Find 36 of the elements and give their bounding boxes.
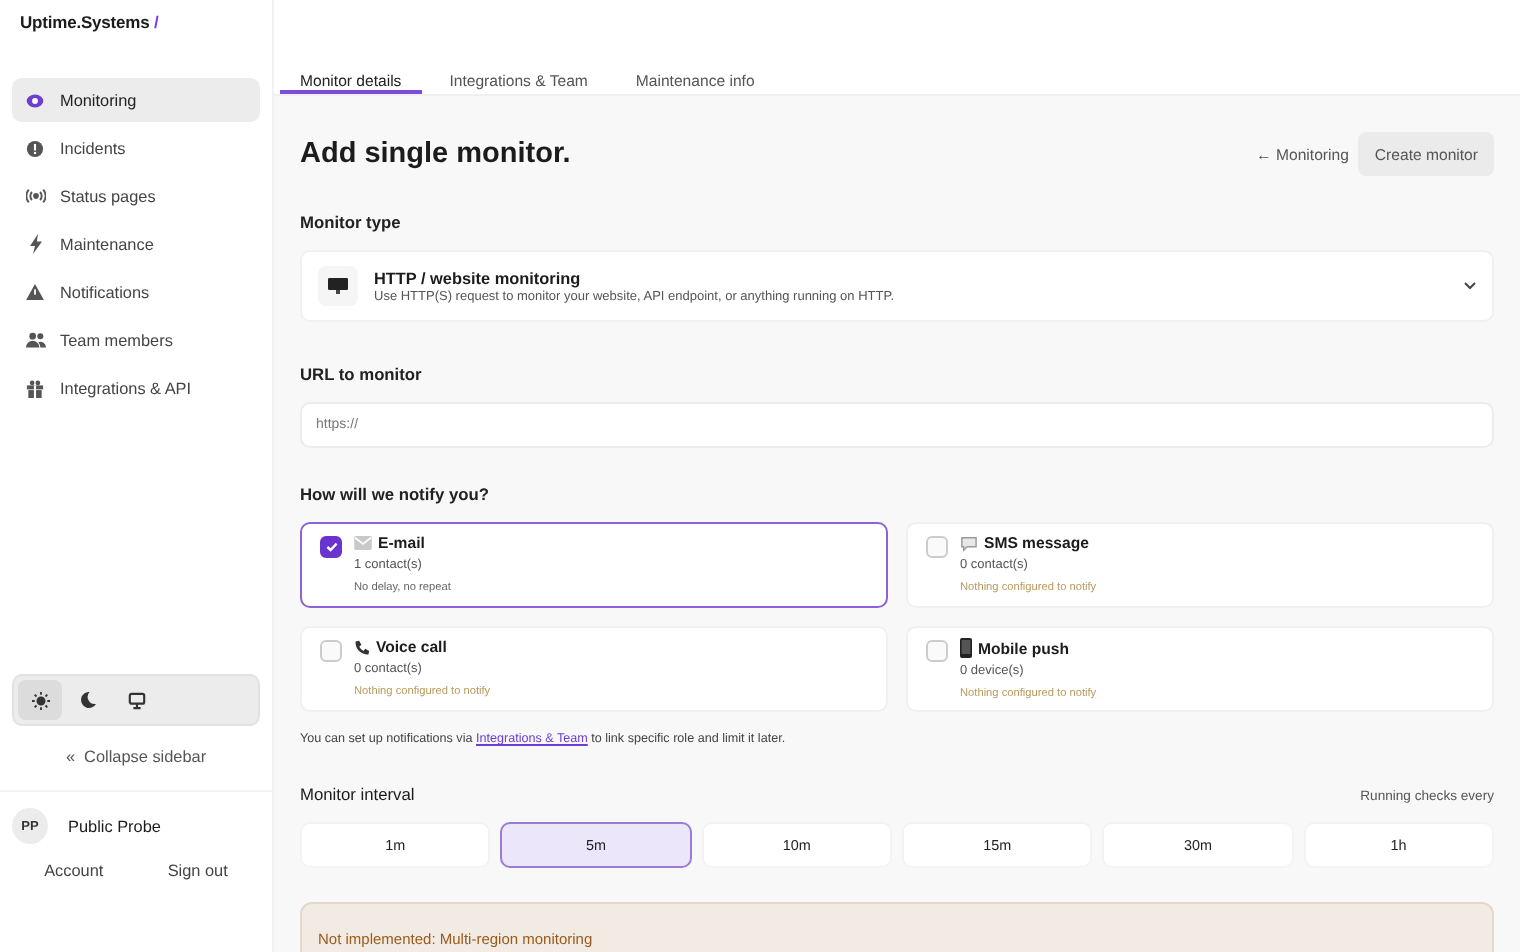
checkbox[interactable] xyxy=(320,536,342,558)
mobile-phone-icon xyxy=(960,638,972,658)
warning-icon xyxy=(26,284,44,300)
sidebar-item[interactable]: Integrations & API xyxy=(12,366,260,410)
phone-icon xyxy=(354,639,370,655)
moon-icon xyxy=(80,692,96,708)
sign-out-link[interactable]: Sign out xyxy=(167,862,228,880)
checkmark-icon xyxy=(325,542,337,552)
users-icon xyxy=(25,332,45,348)
envelope-icon xyxy=(354,536,372,550)
page-title: Add single monitor. xyxy=(300,138,573,170)
sidebar-item[interactable]: Notifications xyxy=(12,270,260,314)
monitor-icon xyxy=(328,278,348,294)
broadcast-icon xyxy=(25,188,45,204)
bolt-icon xyxy=(27,234,43,254)
user-name: Public Probe xyxy=(68,817,161,835)
brand-logo[interactable]: Uptime.Systems / xyxy=(20,12,159,32)
alert-icon xyxy=(26,139,44,157)
gift-icon xyxy=(26,379,44,397)
sun-icon xyxy=(31,691,49,709)
sidebar-item[interactable]: Status pages xyxy=(12,174,260,218)
account-link[interactable]: Account xyxy=(44,862,104,880)
section-label: Monitor type xyxy=(300,212,403,232)
section-label: URL to monitor xyxy=(300,364,424,384)
sidebar-item[interactable]: Incidents xyxy=(12,126,260,170)
sidebar-item[interactable]: Monitoring xyxy=(12,78,260,122)
section-label: Monitor interval xyxy=(300,784,415,804)
collapse-sidebar-link[interactable]: « Collapse sidebar xyxy=(65,748,207,766)
eye-icon xyxy=(26,91,44,109)
theme-button[interactable] xyxy=(18,680,62,720)
chevron-down-icon xyxy=(1464,282,1476,290)
sidebar-item[interactable]: Team members xyxy=(12,318,260,362)
monitor-icon xyxy=(127,691,145,709)
sidebar-item[interactable]: Maintenance xyxy=(12,222,260,266)
section-label: How will we notify you? xyxy=(300,484,491,504)
speech-bubble-icon xyxy=(960,535,978,551)
